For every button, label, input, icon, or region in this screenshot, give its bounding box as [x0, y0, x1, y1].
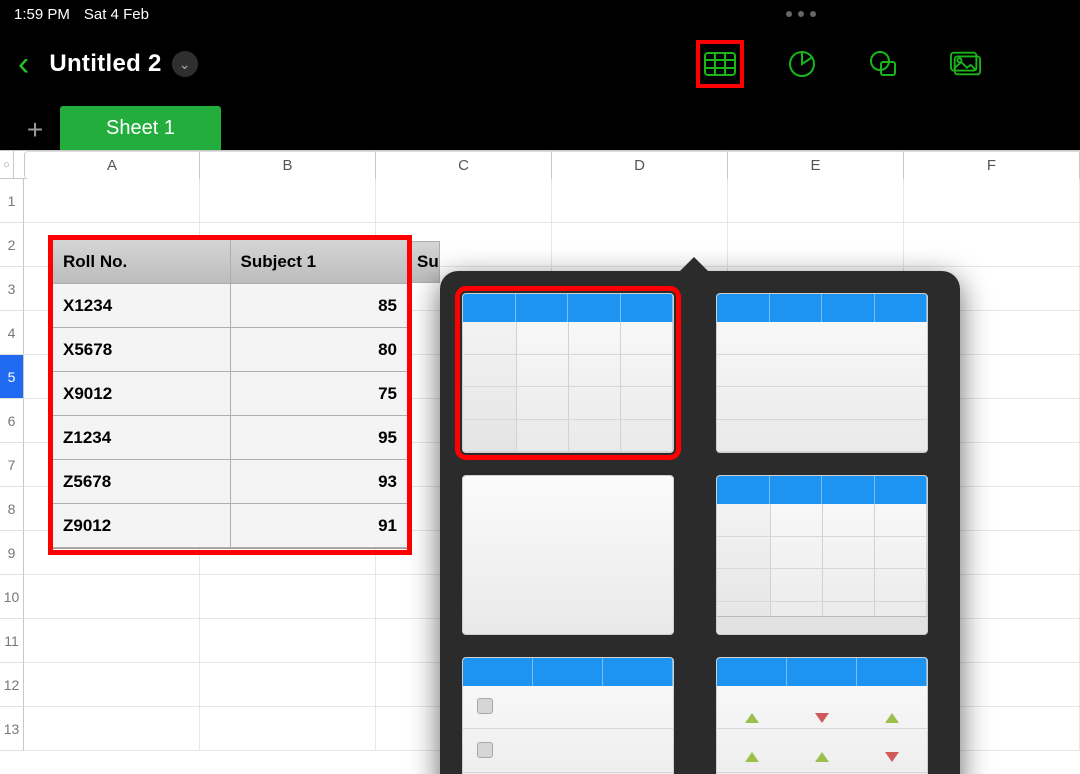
column-header[interactable]: D — [552, 151, 728, 179]
title-chevron-icon[interactable]: ⌄ — [172, 51, 198, 77]
cell[interactable] — [24, 575, 200, 619]
column-header[interactable]: C — [376, 151, 552, 179]
status-bar: 1:59 PM Sat 4 Feb — [0, 0, 1080, 28]
cell[interactable] — [24, 663, 200, 707]
status-ellipsis[interactable] — [786, 11, 816, 17]
row-header[interactable]: 4 — [0, 311, 24, 355]
data-cell[interactable]: 91 — [231, 504, 408, 548]
row-header[interactable]: 10 — [0, 575, 24, 619]
cell[interactable] — [200, 707, 376, 751]
data-cell[interactable]: X5678 — [53, 328, 231, 372]
data-table-header[interactable]: Roll No. — [53, 240, 231, 284]
row-header[interactable]: 3 — [0, 267, 24, 311]
cell[interactable] — [24, 707, 200, 751]
back-button[interactable]: ‹ — [18, 45, 29, 84]
data-cell[interactable]: 75 — [231, 372, 408, 416]
cell[interactable] — [728, 223, 904, 267]
insert-chart-icon[interactable] — [786, 48, 818, 80]
app-header: ‹ Untitled 2 ⌄ — [0, 28, 1080, 100]
cell[interactable] — [24, 179, 200, 223]
cell[interactable] — [376, 179, 552, 223]
cell[interactable] — [904, 223, 1080, 267]
cell[interactable] — [200, 575, 376, 619]
column-header[interactable]: A — [24, 151, 200, 179]
table-template-blank[interactable] — [462, 475, 674, 635]
cell[interactable] — [904, 179, 1080, 223]
sheet-tab[interactable]: Sheet 1 — [60, 106, 221, 150]
row-header[interactable]: 2 — [0, 223, 24, 267]
table-template-header-row[interactable] — [716, 293, 928, 453]
row-header[interactable]: 1 — [0, 179, 24, 223]
select-all-corner[interactable]: ○ — [0, 151, 14, 179]
cell[interactable] — [24, 619, 200, 663]
table-template-header-footer[interactable] — [716, 475, 928, 635]
cell[interactable] — [200, 619, 376, 663]
table-template-checklist[interactable] — [462, 657, 674, 774]
insert-table-icon[interactable] — [704, 48, 736, 80]
cell[interactable] — [200, 663, 376, 707]
row-header[interactable]: 13 — [0, 707, 24, 751]
cell[interactable] — [200, 179, 376, 223]
data-table[interactable]: Roll No. Subject 1 X123485X567880X901275… — [52, 239, 408, 549]
spreadsheet[interactable]: ○ A B C D E F 12345678910111213 Roll No.… — [0, 150, 1080, 774]
data-cell[interactable]: X1234 — [53, 284, 231, 328]
data-cell[interactable]: Z5678 — [53, 460, 231, 504]
column-header[interactable]: E — [728, 151, 904, 179]
status-time: 1:59 PM — [14, 6, 70, 23]
data-cell[interactable]: 95 — [231, 416, 408, 460]
document-title[interactable]: Untitled 2 — [49, 50, 161, 78]
data-cell[interactable]: X9012 — [53, 372, 231, 416]
column-header-row: ○ A B C D E F — [0, 151, 1080, 179]
row-header[interactable]: 5 — [0, 355, 24, 399]
status-date: Sat 4 Feb — [84, 6, 149, 23]
row-header[interactable]: 7 — [0, 443, 24, 487]
insert-table-popover — [440, 271, 960, 774]
sheet-tab-bar: + Sheet 1 — [0, 100, 1080, 150]
table-template-arrows[interactable] — [716, 657, 928, 774]
data-cell[interactable]: 85 — [231, 284, 408, 328]
row-header[interactable]: 9 — [0, 531, 24, 575]
data-cell[interactable]: 80 — [231, 328, 408, 372]
row-header[interactable]: 11 — [0, 619, 24, 663]
data-table-header[interactable]: Subject 1 — [231, 240, 408, 284]
row-header[interactable]: 8 — [0, 487, 24, 531]
column-header[interactable]: F — [904, 151, 1080, 179]
data-cell[interactable]: Z9012 — [53, 504, 231, 548]
cell[interactable] — [728, 179, 904, 223]
data-cell[interactable]: Z1234 — [53, 416, 231, 460]
data-table-header-peek: Su — [410, 241, 440, 283]
add-sheet-button[interactable]: + — [10, 110, 60, 150]
row-header[interactable]: 12 — [0, 663, 24, 707]
data-cell[interactable]: 93 — [231, 460, 408, 504]
insert-shape-icon[interactable] — [868, 48, 900, 80]
row-header[interactable]: 6 — [0, 399, 24, 443]
cell[interactable] — [552, 179, 728, 223]
insert-image-icon[interactable] — [950, 48, 982, 80]
table-template-header-row-col[interactable] — [462, 293, 674, 453]
column-header[interactable]: B — [200, 151, 376, 179]
